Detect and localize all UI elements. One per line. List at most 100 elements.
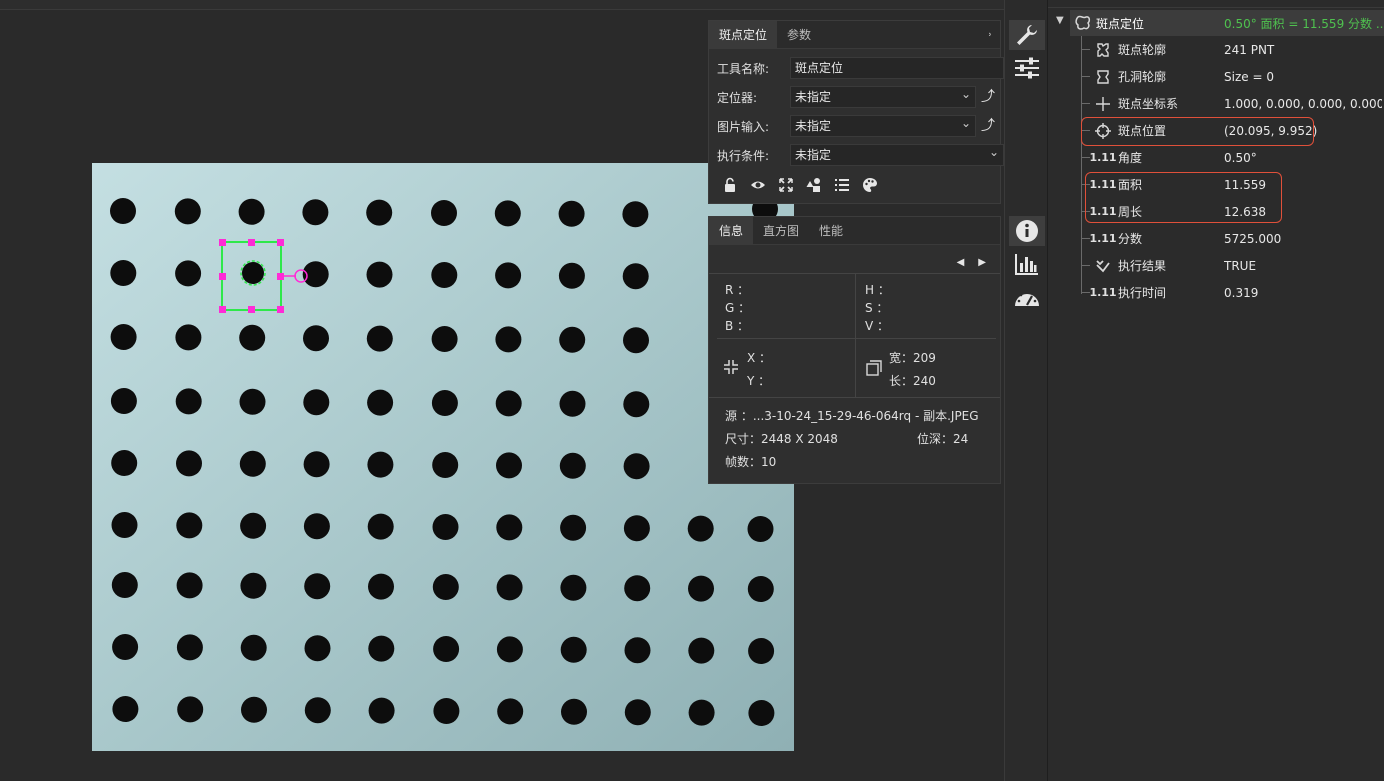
dot	[688, 637, 715, 664]
roi-handle[interactable]	[248, 306, 255, 313]
lock-open-icon[interactable]	[721, 177, 739, 195]
dot	[495, 390, 522, 417]
tool-name-row: 工具名称: 斑点定位	[717, 57, 1004, 79]
tree-item[interactable]: 1.11 分数 5725.000	[1048, 225, 1384, 252]
dot	[494, 200, 521, 227]
dot	[304, 697, 331, 724]
top-strip	[0, 0, 1004, 10]
locator-label: 定位器:	[717, 90, 758, 105]
locator-select[interactable]: 未指定	[790, 84, 976, 108]
roi-handle[interactable]	[219, 273, 226, 280]
roi-handle[interactable]	[219, 306, 226, 313]
dot	[623, 453, 650, 480]
tab-params[interactable]: 参数	[777, 21, 821, 48]
dot	[559, 452, 586, 479]
info-panel: 信息 直方图 性能 ◀ ▶ R ： G ： B ： H ： S ： V ： X …	[708, 216, 1001, 484]
tab-blob-locate[interactable]: 斑点定位	[709, 21, 778, 48]
list-icon[interactable]	[833, 177, 851, 195]
tree-item-value: 1.000, 0.000, 0.000, 0.000, ...	[1224, 96, 1382, 111]
tree-root-name: 斑点定位	[1096, 17, 1145, 31]
image-input-select[interactable]: 未指定	[790, 113, 976, 137]
image-input-link-button[interactable]: ⤴	[979, 115, 997, 137]
s-label: S ：	[865, 301, 889, 315]
roi-handle[interactable]	[277, 273, 284, 280]
dot	[175, 324, 202, 351]
tree-item[interactable]: 斑点轮廓 241 PNT	[1048, 36, 1384, 63]
dot	[240, 572, 267, 599]
pin-icon[interactable]: ˒	[988, 21, 992, 49]
info-icon[interactable]	[1009, 216, 1045, 246]
divider	[717, 338, 996, 339]
dot-grid-image[interactable]	[92, 163, 794, 751]
roi-handle[interactable]	[248, 239, 255, 246]
tree-item-name: 分数	[1118, 232, 1143, 246]
tree-root-blob-locate[interactable]: 斑点定位 0.50° 面积 = 11.559 分数 ...	[1070, 10, 1384, 36]
dot	[175, 388, 202, 415]
shapes-icon[interactable]	[805, 177, 823, 195]
dot	[747, 516, 774, 542]
next-arrow-icon[interactable]: ▶	[978, 257, 986, 268]
dot	[432, 452, 459, 478]
sliders-icon[interactable]	[1009, 53, 1045, 83]
tab-info[interactable]: 信息	[709, 217, 754, 244]
g-label: G ：	[725, 301, 751, 315]
dot	[366, 199, 393, 226]
y-label: Y ：	[747, 374, 771, 388]
dot	[495, 326, 522, 353]
image-input-label: 图片输入:	[717, 119, 770, 134]
tree-item[interactable]: 孔洞轮廓 Size = 0	[1048, 63, 1384, 90]
roi-handle[interactable]	[277, 239, 284, 246]
tree-item-value: 241 PNT	[1224, 42, 1275, 57]
tree-item-name: 斑点坐标系	[1118, 97, 1179, 111]
dot	[432, 514, 459, 540]
wrench-icon[interactable]	[1009, 20, 1045, 50]
exec-cond-select[interactable]: 未指定	[790, 142, 1004, 166]
cursor-pos-icon	[723, 359, 739, 378]
dot	[623, 515, 650, 542]
dot	[748, 638, 775, 664]
dot	[432, 574, 459, 600]
prev-arrow-icon[interactable]: ◀	[957, 257, 965, 268]
exec-cond-row: 执行条件: 未指定	[717, 142, 1004, 166]
dot	[561, 698, 587, 725]
roi-handle[interactable]	[219, 239, 226, 246]
dot	[622, 201, 649, 228]
dot	[496, 574, 523, 601]
dot	[111, 450, 138, 476]
tool-name-label: 工具名称:	[717, 61, 770, 76]
vertical-toolbar	[1004, 0, 1048, 781]
dot	[241, 696, 267, 723]
tool-panel: 斑点定位 参数 ˒ 工具名称: 斑点定位 定位器: 未指定 ⤴ 图片输入: 未指…	[708, 20, 1004, 204]
dot	[624, 575, 651, 602]
roi-handle[interactable]	[277, 306, 284, 313]
length-value: 长：240	[889, 374, 936, 388]
tree-item[interactable]: 执行结果 TRUE	[1048, 252, 1384, 279]
tree-header-bar	[1048, 0, 1384, 8]
dot	[624, 637, 651, 664]
tree-item[interactable]: 斑点坐标系 1.000, 0.000, 0.000, 0.000, ...	[1048, 90, 1384, 117]
palette-icon[interactable]	[861, 177, 879, 195]
tool-name-input[interactable]: 斑点定位	[790, 57, 1004, 79]
gauge-icon[interactable]	[1009, 283, 1045, 313]
fit-icon[interactable]	[777, 177, 795, 195]
dot	[367, 451, 394, 478]
locator-link-button[interactable]: ⤴	[979, 86, 997, 108]
eye-icon[interactable]	[749, 177, 767, 195]
tree-item-name: 角度	[1118, 151, 1143, 165]
tree-item[interactable]: 1.11 执行时间 0.319	[1048, 279, 1384, 306]
tab-histogram[interactable]: 直方图	[753, 217, 809, 244]
image-view[interactable]	[92, 163, 794, 751]
dot	[560, 574, 587, 601]
image-input-row: 图片输入: 未指定 ⤴	[717, 113, 999, 137]
dot	[624, 699, 651, 726]
tree-item[interactable]: 1.11 角度 0.50°	[1048, 144, 1384, 171]
dot	[431, 326, 458, 352]
dot	[304, 635, 331, 662]
tab-performance[interactable]: 性能	[809, 217, 853, 244]
collapse-arrow-icon[interactable]: ▼	[1056, 15, 1064, 26]
tree-item-value: 0.50°	[1224, 150, 1257, 165]
histogram-icon[interactable]	[1009, 249, 1045, 279]
size-text: 尺寸：2448 X 2048	[725, 432, 838, 446]
dot	[112, 634, 139, 660]
result-tree-panel: ▼ 斑点定位 0.50° 面积 = 11.559 分数 ... 斑点轮廓 241 …	[1048, 0, 1384, 781]
